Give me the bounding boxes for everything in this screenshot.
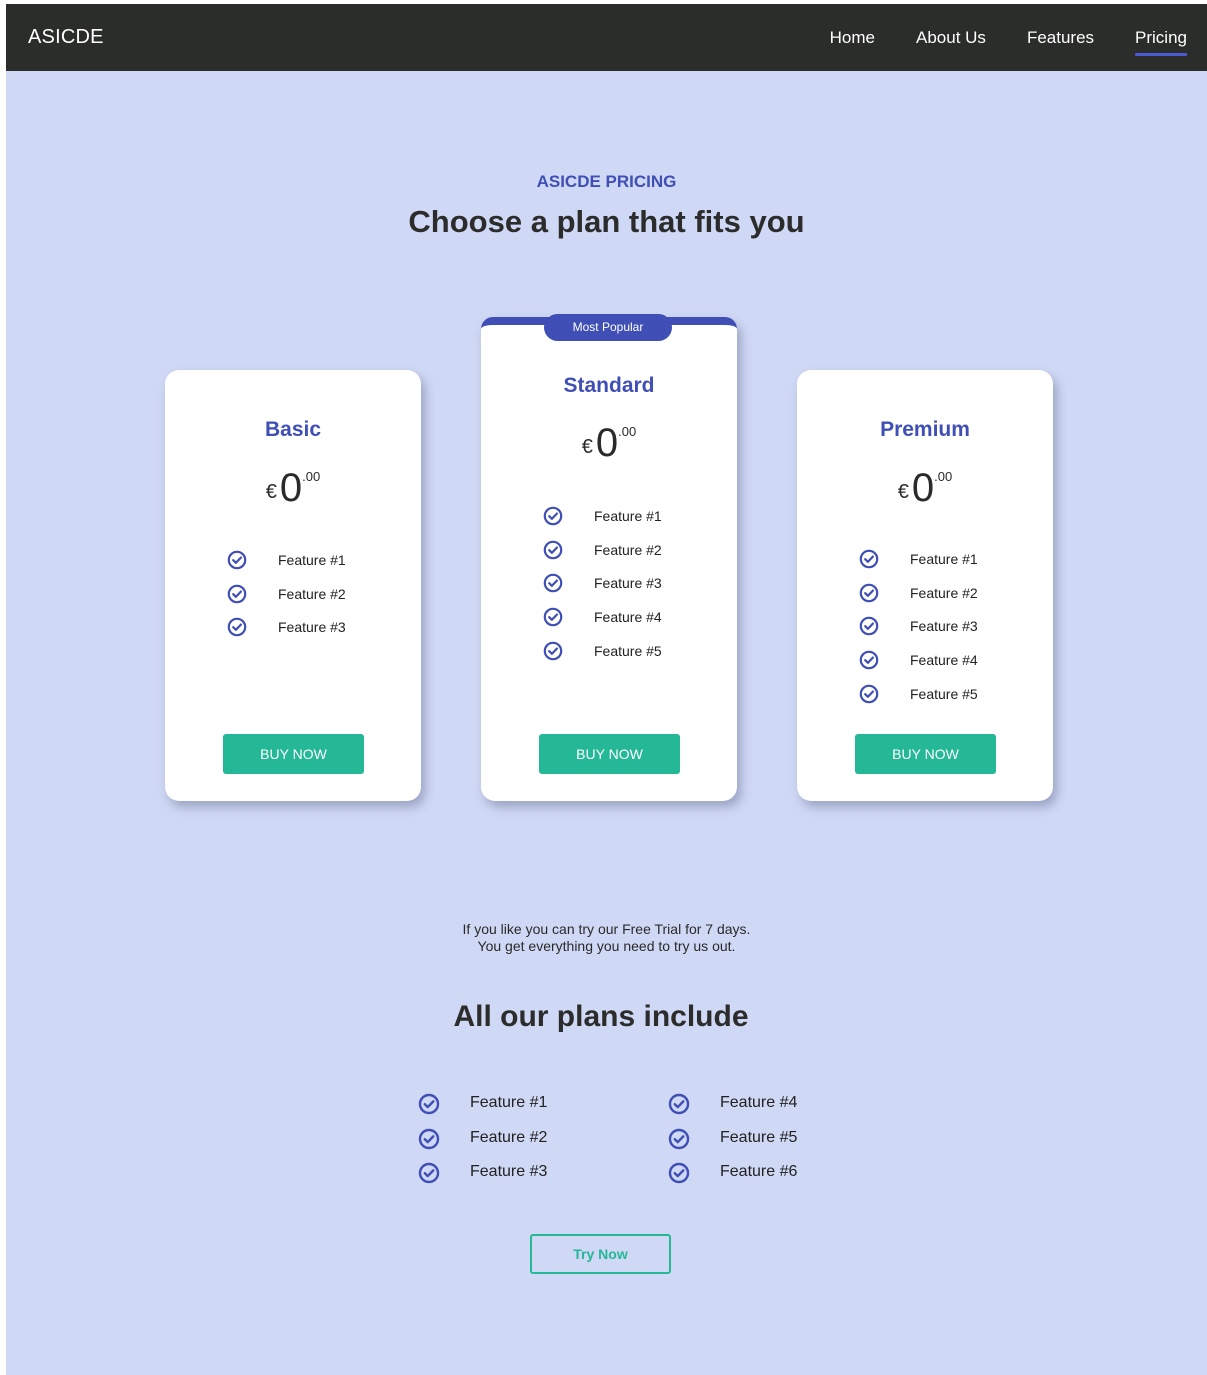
check-circle-icon [543,641,563,661]
feature-item: Feature #1 [418,1093,547,1128]
top-navbar: ASICDE Home About Us Features Pricing [6,4,1207,71]
check-circle-icon [543,607,563,627]
feature-label: Feature #5 [594,642,662,659]
page-title: Choose a plan that fits you [408,204,805,239]
check-circle-icon [668,1093,690,1115]
feature-label: Feature #4 [594,609,662,626]
price-amount: 0 [279,466,303,510]
free-trial-line-2: You get everything you need to try us ou… [477,938,736,954]
includes-title: All our plans include [453,1000,749,1033]
most-popular-badge: Most Popular [544,314,672,341]
check-circle-icon [227,617,247,637]
check-circle-icon [543,506,563,526]
try-now-button[interactable]: Try Now [530,1234,671,1274]
plan-card-standard: Most Popular Standard €0.00 Feature #1 Fe… [481,314,737,801]
feature-list: Feature #1 Feature #2 Feature #3 Feature #4… [543,506,662,674]
feature-item: Feature #2 [227,584,346,618]
includes-list-left: Feature #1 Feature #2 Feature #3 [418,1093,547,1197]
buy-now-button[interactable]: BUY NOW [855,734,996,774]
check-circle-icon [859,650,879,670]
feature-label: Feature #1 [278,552,346,568]
nav-link-features[interactable]: Features [1027,28,1094,56]
includes-list-right: Feature #4 Feature #5 Feature #6 [668,1093,797,1197]
feature-list: Feature #1 Feature #2 Feature #3 [227,550,346,651]
nav-link-pricing[interactable]: Pricing [1135,28,1187,56]
nav-link-about-us[interactable]: About Us [916,28,986,56]
plan-name: Premium [880,418,970,441]
check-circle-icon [859,684,879,704]
feature-item: Feature #6 [668,1162,797,1197]
free-trial-line-1: If you like you can try our Free Trial f… [462,921,751,937]
check-circle-icon [418,1162,440,1184]
plan-card-premium: Premium €0.00 Feature #1 Feature #2 Featur… [797,370,1053,801]
check-circle-icon [418,1093,440,1115]
currency-symbol: € [581,436,593,458]
nav-links: Home About Us Features Pricing [789,4,1187,71]
feature-item: Feature #2 [859,583,978,617]
feature-item: Feature #3 [227,617,346,651]
brand-logo[interactable]: ASICDE [28,26,104,49]
feature-item: Feature #1 [859,549,978,583]
feature-item: Feature #3 [859,616,978,650]
feature-label: Feature #4 [720,1094,798,1111]
feature-item: Feature #5 [543,641,662,675]
plan-name: Basic [264,418,322,441]
feature-item: Feature #3 [418,1162,547,1197]
price-cents: .00 [934,469,953,484]
feature-label: Feature #1 [470,1094,548,1111]
feature-label: Feature #6 [720,1163,798,1180]
feature-label: Feature #2 [910,584,978,601]
currency-symbol: € [265,481,277,503]
plan-card-basic: Basic €0.00 Feature #1 Feature #2 Feature … [165,370,421,801]
buy-now-button[interactable]: BUY NOW [223,734,364,774]
price-cents: .00 [618,424,637,439]
feature-label: Feature #1 [594,508,662,524]
feature-item: Feature #2 [543,540,662,574]
check-circle-icon [668,1128,690,1150]
pricing-eyebrow: ASICDE PRICING [536,172,677,191]
price-cents: .00 [302,469,321,484]
feature-item: Feature #5 [859,684,978,718]
feature-label: Feature #2 [470,1128,548,1146]
check-circle-icon [418,1128,440,1150]
plan-price: €0.00 [797,466,1053,511]
feature-list: Feature #1 Feature #2 Feature #3 Feature #4… [859,549,978,717]
feature-label: Feature #2 [594,541,662,558]
free-trial-note: If you like you can try our Free Trial f… [6,921,1207,955]
feature-item: Feature #1 [543,506,662,540]
check-circle-icon [543,573,563,593]
check-circle-icon [859,616,879,636]
feature-item: Feature #4 [543,607,662,641]
check-circle-icon [543,540,563,560]
check-circle-icon [668,1162,690,1184]
plan-price: €0.00 [165,466,421,511]
feature-label: Feature #3 [910,618,978,635]
nav-link-home[interactable]: Home [830,28,875,56]
feature-item: Feature #4 [859,650,978,684]
currency-symbol: € [897,481,909,503]
feature-item: Feature #2 [418,1128,547,1163]
check-circle-icon [859,549,879,569]
price-amount: 0 [911,466,935,510]
feature-label: Feature #1 [910,551,978,567]
price-amount: 0 [595,421,619,465]
plan-name: Standard [563,374,655,397]
feature-item: Feature #5 [668,1128,797,1163]
feature-item: Feature #3 [543,573,662,607]
feature-label: Feature #5 [720,1128,798,1146]
check-circle-icon [227,550,247,570]
feature-label: Feature #2 [278,585,346,602]
check-circle-icon [227,584,247,604]
feature-label: Feature #4 [910,652,978,669]
feature-item: Feature #4 [668,1093,797,1128]
plan-price: €0.00 [481,421,737,466]
feature-label: Feature #3 [278,619,346,636]
feature-label: Feature #5 [910,685,978,702]
feature-label: Feature #3 [470,1163,548,1180]
check-circle-icon [859,583,879,603]
feature-item: Feature #1 [227,550,346,584]
buy-now-button[interactable]: BUY NOW [539,734,680,774]
pricing-page: ASICDE Home About Us Features Pricing AS… [6,4,1207,1375]
feature-label: Feature #3 [594,575,662,592]
